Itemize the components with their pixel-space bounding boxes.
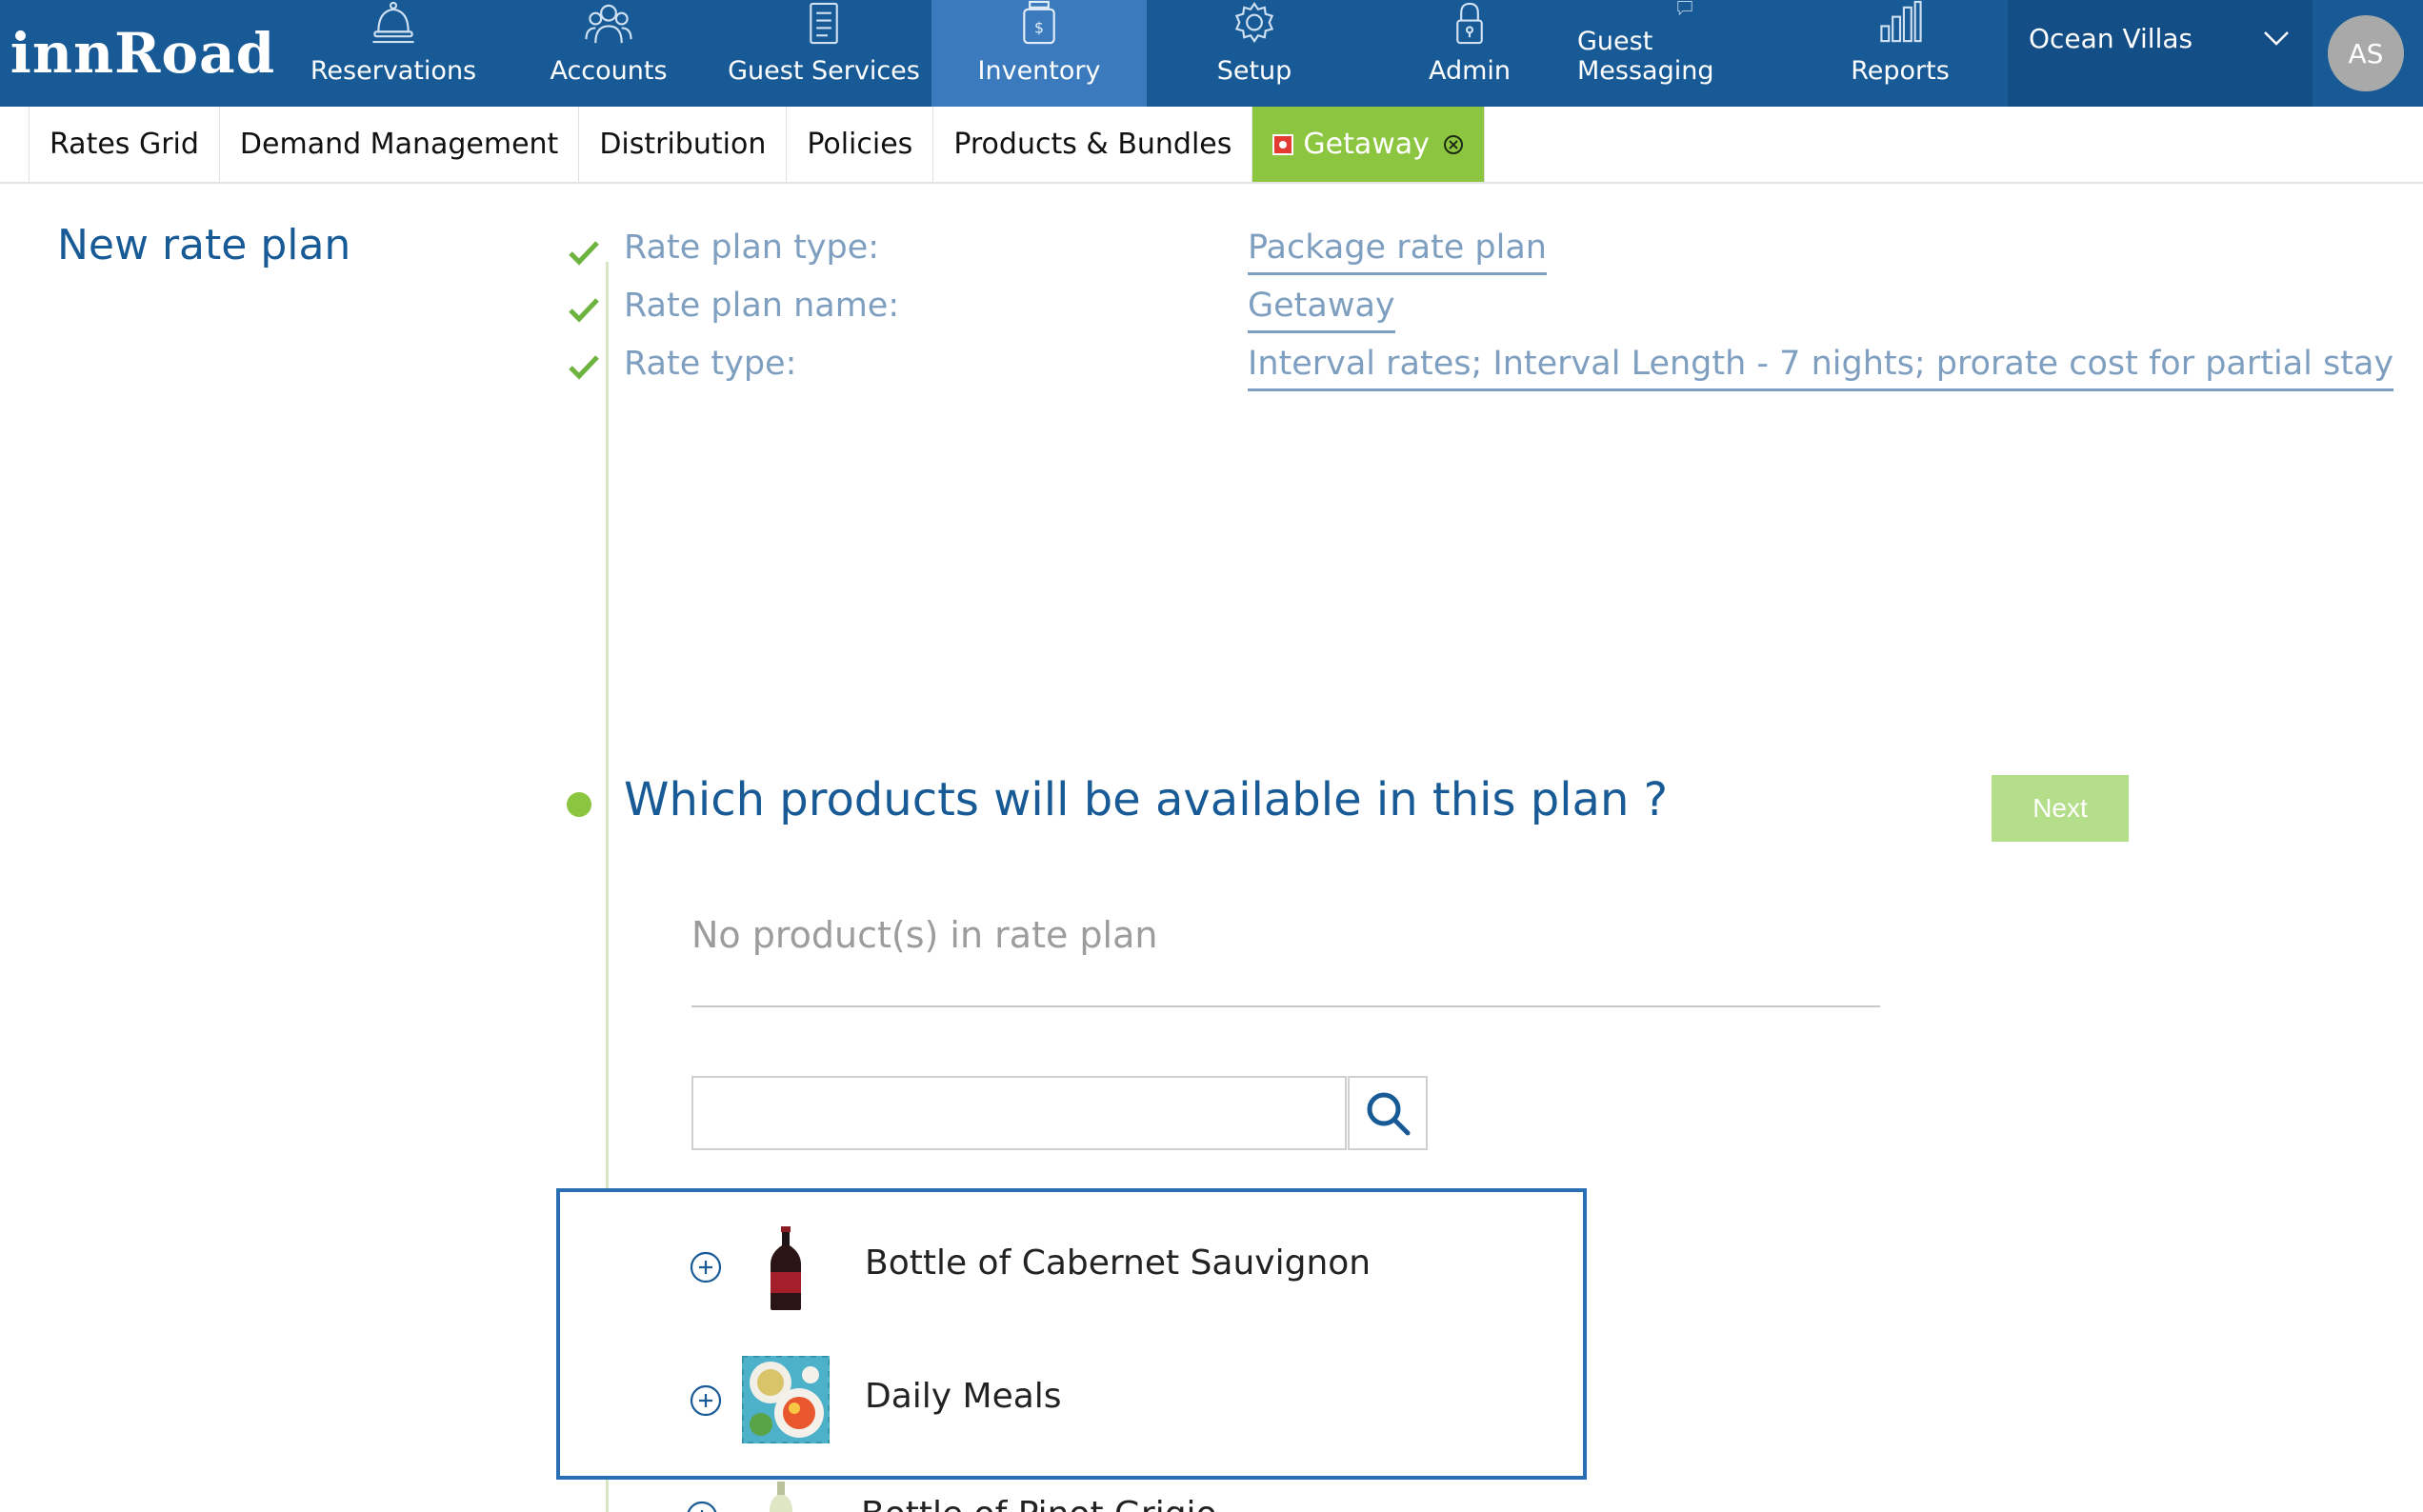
step-value-rate-plan-name[interactable]: Getaway [1248, 287, 1395, 333]
add-product-icon[interactable] [690, 1384, 722, 1417]
product-name: Bottle of Cabernet Sauvignon [865, 1243, 1372, 1283]
search-button[interactable] [1348, 1076, 1428, 1150]
product-name: Bottle of Pinot Grigio [861, 1495, 1217, 1512]
tab-products-bundles[interactable]: Products & Bundles [933, 107, 1253, 182]
money-jar-icon: $ [1023, 0, 1055, 45]
step-label: Rate type: [624, 345, 797, 383]
svg-text:$: $ [1034, 18, 1044, 36]
product-list: Bottle of Cabernet Sauvignon Daily Meals [556, 1188, 1587, 1480]
people-icon [585, 4, 632, 44]
nav-label: Inventory [977, 56, 1101, 86]
chevron-down-icon [2264, 31, 2289, 46]
product-name: Daily Meals [865, 1377, 1062, 1416]
wine-bottle-image [771, 1226, 801, 1310]
user-menu[interactable]: AS [2313, 0, 2419, 107]
rate-plan-icon [1272, 133, 1294, 155]
search-icon [1367, 1092, 1411, 1136]
top-nav: innRoad Reservations Accounts Guest Serv… [0, 0, 2423, 107]
meal-plate-image [742, 1356, 830, 1443]
step-value-rate-plan-type[interactable]: Package rate plan [1248, 229, 1547, 275]
nav-label: Reports [1851, 56, 1950, 86]
check-icon [569, 241, 599, 266]
property-name: Ocean Villas [2029, 23, 2193, 54]
list-item-partial: Bottle of Pinot Grigio [0, 1482, 2423, 1512]
product-search-input[interactable] [691, 1076, 1347, 1150]
divider [691, 1005, 1880, 1007]
tab-getaway-label: Getaway [1303, 128, 1430, 161]
list-item[interactable]: Bottle of Cabernet Sauvignon [560, 1215, 1583, 1320]
nav-label: Reservations [310, 56, 477, 86]
add-product-icon[interactable] [686, 1501, 718, 1512]
step-label: Rate plan type: [624, 229, 880, 267]
tab-policies[interactable]: Policies [787, 107, 934, 182]
nav-reservations[interactable]: Reservations [286, 0, 501, 107]
page-title: New rate plan [57, 221, 351, 269]
nav-label: Guest Services [728, 56, 920, 86]
gear-icon [1234, 1, 1274, 44]
bar-chart-icon [1880, 0, 1922, 43]
tab-demand-management[interactable]: Demand Management [220, 107, 580, 182]
nav-label: Accounts [550, 56, 668, 86]
clipboard-icon [810, 2, 838, 45]
nav-admin[interactable]: Admin [1362, 0, 1577, 107]
nav-accounts[interactable]: Accounts [501, 0, 716, 107]
property-selector[interactable]: Ocean Villas [2008, 0, 2313, 107]
nav-guest-services[interactable]: Guest Services [716, 0, 931, 107]
nav-setup[interactable]: Setup [1147, 0, 1362, 107]
nav-inventory[interactable]: $ Inventory [931, 0, 1147, 107]
nav-reports[interactable]: Reports [1792, 0, 2008, 107]
step-label: Rate plan name: [624, 287, 900, 325]
innroad-logo[interactable]: innRoad [0, 0, 286, 107]
chat-icon [1677, 1, 1692, 16]
nav-guest-messaging[interactable]: Guest Messaging [1577, 0, 1792, 107]
step-value-rate-type[interactable]: Interval rates; Interval Length - 7 nigh… [1248, 345, 2394, 391]
nav-label: Admin [1428, 56, 1512, 86]
tab-getaway[interactable]: Getaway [1252, 107, 1485, 182]
check-icon [569, 355, 599, 380]
lock-icon [1456, 2, 1483, 45]
bell-icon [372, 1, 414, 44]
list-item[interactable]: Daily Meals [560, 1348, 1583, 1453]
inventory-subtabs: Rates Grid Demand Management Distributio… [0, 107, 2423, 184]
avatar[interactable]: AS [2328, 15, 2404, 91]
add-product-icon[interactable] [690, 1251, 722, 1283]
tab-distribution[interactable]: Distribution [579, 107, 788, 182]
close-tab-icon[interactable] [1443, 134, 1464, 155]
step-question: Which products will be available in this… [624, 773, 1669, 826]
current-step-dot [567, 792, 591, 817]
nav-label: Guest Messaging [1577, 27, 1714, 86]
empty-products-message: No product(s) in rate plan [691, 914, 1158, 956]
tab-rates-grid[interactable]: Rates Grid [29, 107, 220, 182]
nav-label: Setup [1216, 56, 1292, 86]
check-icon [569, 298, 599, 323]
next-button[interactable]: Next [1992, 775, 2129, 842]
white-wine-bottle-image [770, 1482, 792, 1512]
